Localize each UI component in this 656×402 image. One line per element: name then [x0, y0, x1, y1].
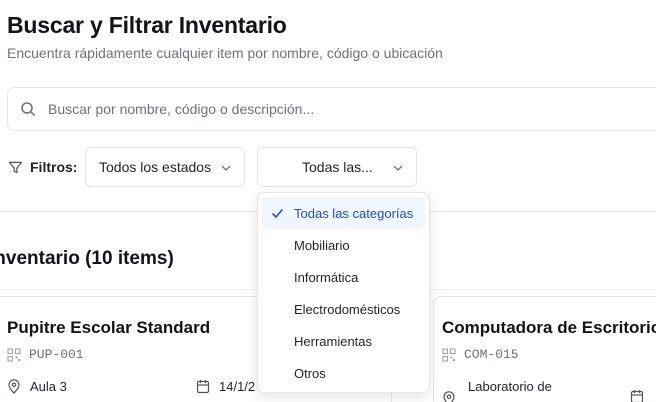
- category-option-electrodomesticos[interactable]: Electrodomésticos: [262, 293, 425, 325]
- category-option-label: Mobiliario: [294, 237, 350, 253]
- search-box[interactable]: [7, 87, 656, 131]
- item-location: Laboratorio de: [468, 379, 552, 394]
- qr-code-icon: [7, 347, 21, 362]
- item-name: Computadora de Escritorio: [442, 318, 656, 337]
- status-filter-select[interactable]: Todos los estados: [85, 147, 245, 187]
- filter-icon: [8, 161, 23, 173]
- item-date: 14/1/2: [219, 379, 256, 394]
- chevron-down-icon: [393, 165, 403, 171]
- category-option-label: Informática: [294, 269, 359, 285]
- search-input[interactable]: [48, 98, 648, 120]
- item-code: PUP-001: [29, 347, 84, 362]
- item-code-group: COM-015: [442, 347, 519, 362]
- item-location-group: Laboratorio de: [442, 379, 552, 402]
- item-name: Pupitre Escolar Standard: [7, 318, 211, 337]
- category-filter-select[interactable]: Todas las...: [257, 147, 417, 187]
- item-location: Aula 3: [30, 379, 67, 394]
- qr-code-icon: [442, 347, 456, 362]
- category-option-otros[interactable]: Otros: [262, 357, 425, 389]
- category-option-label: Otros: [294, 365, 326, 381]
- item-code-group: PUP-001: [7, 347, 84, 362]
- chevron-down-icon: [221, 165, 231, 171]
- item-location-group: Aula 3: [7, 379, 67, 394]
- category-option-informatica[interactable]: Informática: [262, 261, 425, 293]
- inventory-heading: Inventario (10 items): [0, 248, 174, 269]
- category-option-label: Todas las categorías: [294, 205, 414, 221]
- category-option-all[interactable]: Todas las categorías: [262, 197, 425, 229]
- inventory-card[interactable]: Computadora de Escritorio COM-015 Labora…: [433, 296, 656, 402]
- map-pin-icon: [8, 379, 20, 394]
- category-option-label: Herramientas: [294, 333, 373, 349]
- map-pin-icon: [443, 391, 455, 402]
- filters-label-group: Filtros:: [8, 159, 77, 175]
- category-option-mobiliario[interactable]: Mobiliario: [262, 229, 425, 261]
- calendar-icon: [630, 390, 644, 402]
- filters-label: Filtros:: [30, 159, 78, 175]
- item-date-group: 14/1/2: [196, 379, 255, 394]
- category-option-herramientas[interactable]: Herramientas: [262, 325, 425, 357]
- status-filter-value: Todos los estados: [99, 159, 212, 175]
- category-option-label: Electrodomésticos: [294, 301, 401, 317]
- page-subtitle: Encuentra rápidamente cualquier item por…: [7, 45, 443, 61]
- category-filter-value: Todas las...: [302, 159, 373, 175]
- item-code: COM-015: [464, 347, 519, 362]
- calendar-icon: [196, 380, 210, 394]
- page-title: Buscar y Filtrar Inventario: [7, 12, 287, 38]
- category-dropdown-menu: Todas las categorías Mobiliario Informát…: [257, 192, 430, 393]
- check-icon: [272, 209, 283, 218]
- search-icon: [21, 102, 35, 116]
